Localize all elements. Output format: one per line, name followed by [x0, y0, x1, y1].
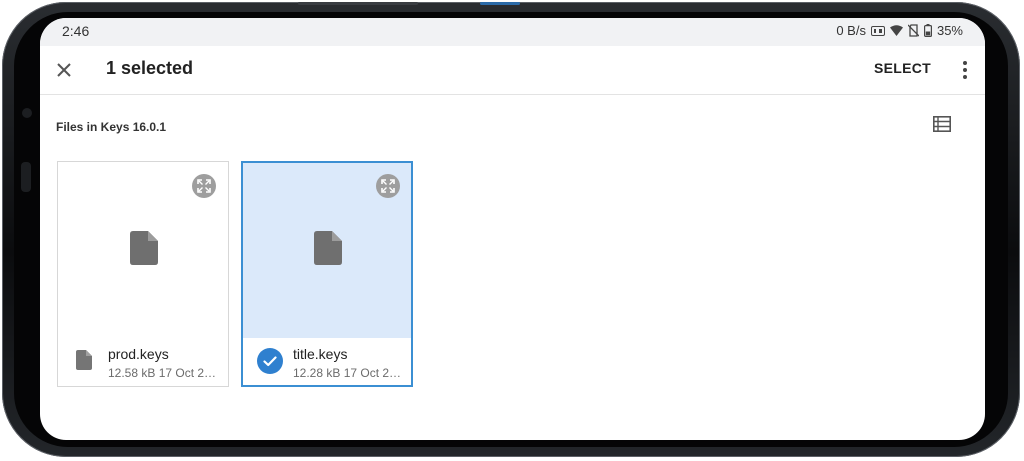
file-icon: [314, 231, 342, 265]
selection-toolbar: 1 selected SELECT: [40, 46, 985, 95]
network-speed: 0 B/s: [836, 23, 866, 38]
file-details: 12.58 kB 17 Oct 2…: [108, 366, 217, 380]
file-thumbnail: [58, 162, 228, 337]
wifi-icon: [889, 25, 903, 36]
selection-count-title: 1 selected: [106, 58, 194, 78]
file-meta: title.keys 12.28 kB 17 Oct 2…: [243, 336, 411, 386]
more-options-button[interactable]: [955, 56, 975, 84]
expand-preview-button[interactable]: [376, 174, 400, 198]
file-type-icon: [76, 350, 92, 370]
file-name: prod.keys: [108, 346, 169, 362]
file-card-title-keys[interactable]: title.keys 12.28 kB 17 Oct 2…: [241, 161, 413, 387]
status-time: 2:46: [62, 23, 90, 39]
front-camera: [22, 108, 32, 118]
fullscreen-icon: [381, 179, 395, 193]
device-top-accent: [480, 2, 520, 5]
file-meta: prod.keys 12.58 kB 17 Oct 2…: [58, 336, 228, 386]
file-card-prod-keys[interactable]: prod.keys 12.58 kB 17 Oct 2…: [57, 161, 229, 387]
file-thumbnail: [243, 163, 411, 338]
battery-level: 35%: [936, 23, 963, 38]
fullscreen-icon: [197, 179, 211, 193]
device-top-button: [298, 2, 418, 5]
battery-icon: [923, 24, 932, 37]
close-icon: [57, 63, 71, 77]
list-view-toggle-button[interactable]: [933, 116, 955, 138]
front-sensor: [21, 162, 31, 192]
selected-check-icon[interactable]: [257, 348, 283, 374]
file-details: 12.28 kB 17 Oct 2…: [293, 366, 402, 380]
hd-icon: [870, 25, 885, 36]
file-icon: [130, 231, 158, 265]
select-button[interactable]: SELECT: [874, 60, 931, 76]
list-view-icon: [933, 116, 951, 132]
no-sim-icon: [907, 24, 919, 37]
status-icons: 0 B/s 35%: [836, 23, 963, 38]
more-vert-icon: [963, 61, 967, 79]
close-selection-button[interactable]: [48, 54, 80, 86]
device-screen: 2:46 0 B/s 35% 1 selected SELECT Files i…: [40, 18, 985, 440]
folder-heading: Files in Keys 16.0.1: [56, 120, 167, 134]
status-bar: 2:46 0 B/s 35%: [40, 18, 985, 46]
file-name: title.keys: [293, 346, 348, 362]
expand-preview-button[interactable]: [192, 174, 216, 198]
